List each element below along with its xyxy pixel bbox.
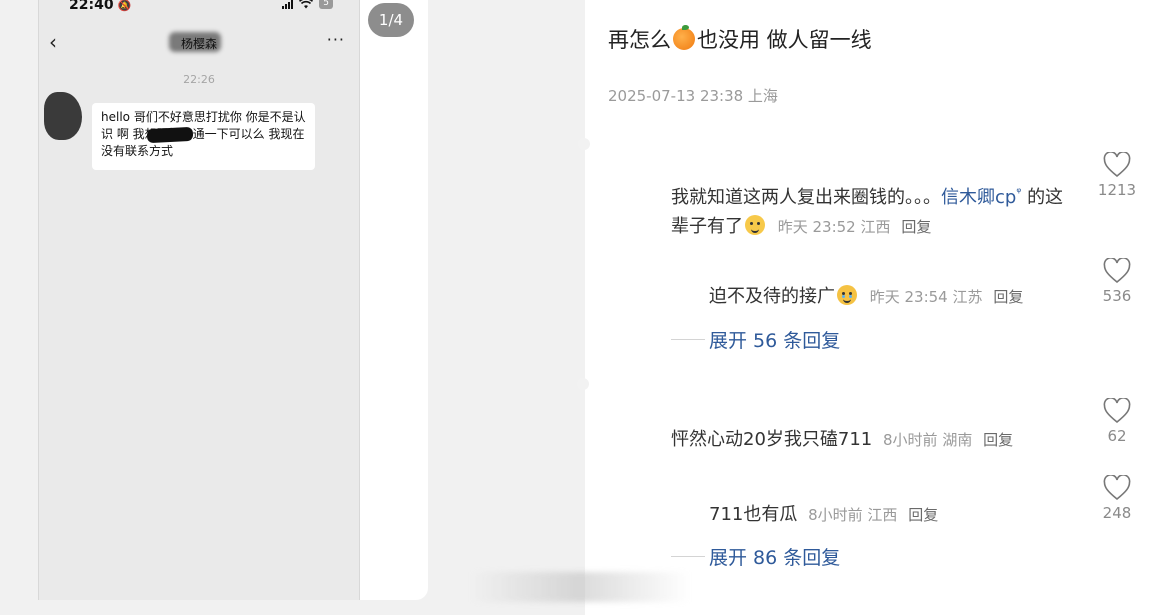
page-indicator: 1/4 xyxy=(368,3,414,37)
media-viewer[interactable]: 22:40 🔕 5 ‹ 杨樱森 ··· 22:26 hello 哥们不好意思打扰… xyxy=(0,0,585,615)
status-right: 5 xyxy=(282,0,333,9)
reply-button[interactable]: 回复 xyxy=(993,288,1023,306)
comment-text-part: 迫不及待的接广 xyxy=(709,286,835,307)
comment-time: 8小时前 xyxy=(808,506,863,524)
like-button[interactable]: 248 xyxy=(1093,475,1141,522)
like-count: 248 xyxy=(1102,504,1132,522)
chat-screenshot: 22:40 🔕 5 ‹ 杨樱森 ··· 22:26 hello 哥们不好意思打扰… xyxy=(38,0,360,600)
page-root: 22:40 🔕 5 ‹ 杨樱森 ··· 22:26 hello 哥们不好意思打扰… xyxy=(0,0,1155,615)
wifi-icon xyxy=(299,0,314,8)
comment-text-part: 我就知道这两人复出来圈钱的。。。 xyxy=(671,187,941,208)
status-time: 22:40 🔕 xyxy=(69,0,131,13)
comment-meta: 8小时前 湖南 回复 xyxy=(878,431,1013,449)
smile-icon xyxy=(745,215,765,235)
tangerine-icon xyxy=(673,25,695,50)
heart-icon xyxy=(1103,475,1131,501)
reply-button[interactable]: 回复 xyxy=(983,431,1013,449)
expand-replies-label: 展开 56 条回复 xyxy=(709,330,841,352)
like-count: 62 xyxy=(1107,427,1127,445)
divider xyxy=(671,556,705,557)
decorative-dot xyxy=(577,378,589,390)
like-button[interactable]: 1213 xyxy=(1093,152,1141,199)
heart-icon xyxy=(1103,152,1131,178)
comment-1: 我就知道这两人复出来圈钱的。。。信木卿cpᵠ 的这辈子有了 昨天 23:52 江… xyxy=(671,178,1071,242)
comment-text-part: 711也有瓜 xyxy=(709,504,798,525)
watermark-blur xyxy=(470,572,690,602)
post-title-start: 再怎么 xyxy=(608,28,671,52)
battery-icon: 5 xyxy=(319,0,333,9)
chat-message-bubble: hello 哥们不好意思打扰你 你是不是认识 啊 我想跟她沟通一下可以么 我现在… xyxy=(92,103,315,170)
comment-location: 江苏 xyxy=(952,288,983,306)
comment-time: 昨天 23:54 xyxy=(869,288,948,306)
reply-button[interactable]: 回复 xyxy=(901,218,931,236)
heart-icon xyxy=(1103,398,1131,424)
reply-button[interactable]: 回复 xyxy=(908,506,938,524)
comment-time: 昨天 23:52 xyxy=(777,218,856,236)
crying-icon xyxy=(837,285,857,305)
link-icon: ᵠ xyxy=(1016,185,1022,199)
more-icon: ··· xyxy=(326,30,345,49)
comment-text: 迫不及待的接广 昨天 23:54 江苏 回复 xyxy=(709,282,1089,312)
like-button[interactable]: 536 xyxy=(1093,258,1141,305)
avatar xyxy=(44,92,82,140)
next-image-preview[interactable] xyxy=(360,0,428,600)
expand-replies-button[interactable]: 展开 56 条回复 xyxy=(671,326,840,353)
expand-replies-button[interactable]: 展开 86 条回复 xyxy=(671,543,840,570)
like-button[interactable]: 62 xyxy=(1093,398,1141,445)
chat-header: ‹ 杨樱森 ··· xyxy=(39,28,359,62)
post-title: 再怎么 也没用 做人留一线 xyxy=(608,24,872,54)
comment-text-part: 怦然心动20岁我只磕711 xyxy=(671,429,873,450)
divider xyxy=(671,339,705,340)
comment-location: 江西 xyxy=(867,506,898,524)
comment-4: 711也有瓜 8小时前 江西 回复 xyxy=(709,500,1089,530)
heart-icon xyxy=(1103,258,1131,284)
decorative-dot xyxy=(578,138,590,150)
post-meta: 2025-07-13 23:38 上海 xyxy=(608,87,778,105)
comment-location: 湖南 xyxy=(942,431,973,449)
comment-meta: 8小时前 江西 回复 xyxy=(803,506,938,524)
mention-link[interactable]: 信木卿cp xyxy=(941,187,1016,208)
comment-meta: 昨天 23:54 江苏 回复 xyxy=(865,288,1024,306)
status-bar: 22:40 🔕 5 xyxy=(39,0,359,18)
comment-text: 711也有瓜 8小时前 江西 回复 xyxy=(709,500,1089,530)
like-count: 1213 xyxy=(1097,181,1137,199)
comments-panel: 再怎么 也没用 做人留一线 2025-07-13 23:38 上海 我就知道这两… xyxy=(577,0,1155,615)
comment-meta: 昨天 23:52 江西 回复 xyxy=(773,218,932,236)
status-time-text: 22:40 xyxy=(69,0,114,13)
like-count: 536 xyxy=(1102,287,1132,305)
signal-icon xyxy=(282,0,294,9)
comment-location: 江西 xyxy=(860,218,891,236)
post-title-end: 也没用 做人留一线 xyxy=(697,28,872,52)
chat-contact-name: 杨樱森 xyxy=(180,37,217,51)
comment-text: 怦然心动20岁我只磕711 8小时前 湖南 回复 xyxy=(671,425,1091,455)
redaction-mark xyxy=(146,126,194,144)
comment-time: 8小时前 xyxy=(883,431,938,449)
expand-replies-label: 展开 86 条回复 xyxy=(709,547,841,569)
mute-bell-icon: 🔕 xyxy=(117,0,132,12)
chat-timestamp: 22:26 xyxy=(183,73,215,86)
comment-text: 我就知道这两人复出来圈钱的。。。信木卿cpᵠ 的这辈子有了 昨天 23:52 江… xyxy=(671,178,1071,242)
comment-3: 怦然心动20岁我只磕711 8小时前 湖南 回复 xyxy=(671,425,1091,455)
comment-2: 迫不及待的接广 昨天 23:54 江苏 回复 xyxy=(709,282,1089,312)
